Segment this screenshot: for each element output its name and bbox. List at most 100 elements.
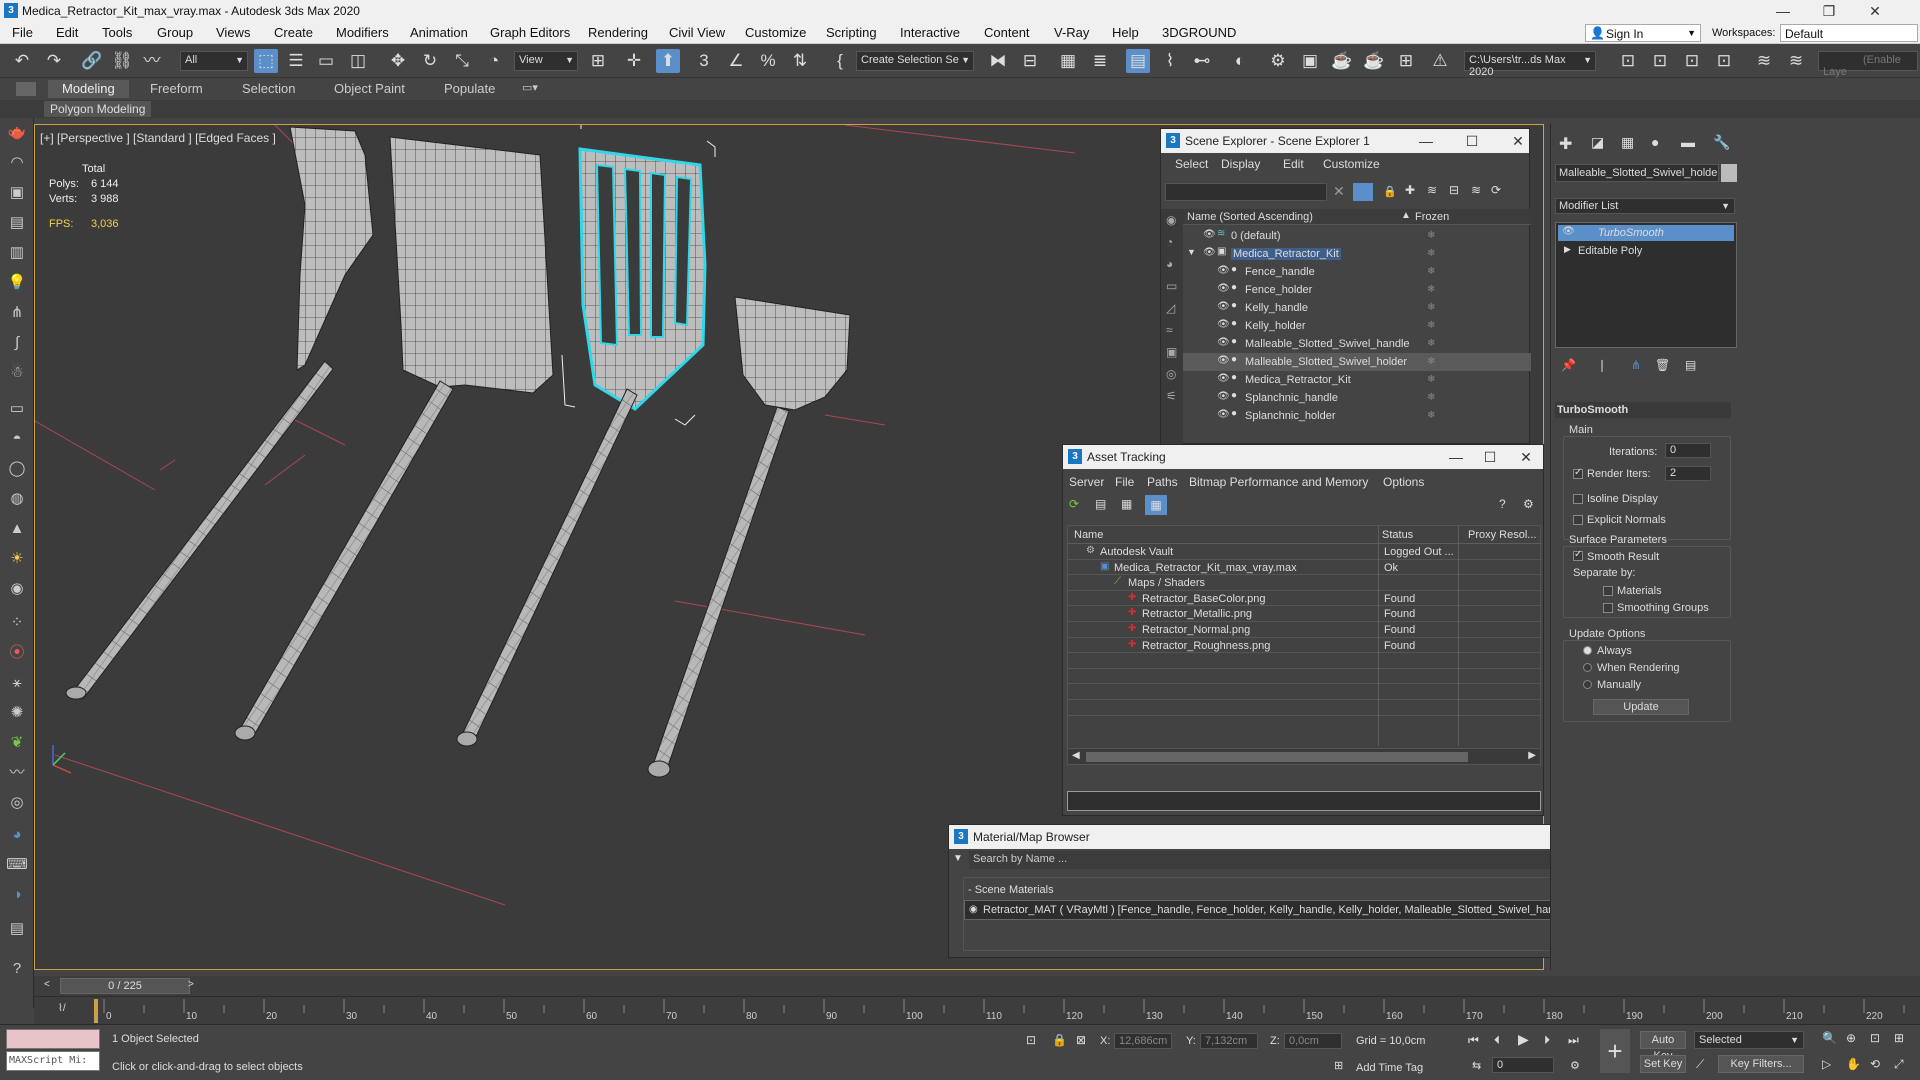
tab-selection[interactable]: Selection: [242, 81, 295, 96]
col-name[interactable]: Name: [1074, 529, 1103, 541]
spinner-snap-icon[interactable]: ⇅: [788, 49, 812, 73]
select-by-name-icon[interactable]: ☰: [284, 49, 308, 73]
time-config-icon[interactable]: ⚙: [1570, 1059, 1580, 1072]
toggle-ribbon-icon[interactable]: ≣: [1088, 49, 1112, 73]
selection-filter-dropdown[interactable]: All ▼: [180, 51, 248, 71]
at-menu-server[interactable]: Server: [1069, 475, 1104, 489]
at-menu-file[interactable]: File: [1115, 475, 1134, 489]
align-icon[interactable]: ⊟: [1018, 49, 1042, 73]
maximize-button[interactable]: ☐: [1479, 447, 1501, 467]
menu-interactive[interactable]: Interactive: [900, 25, 960, 40]
layer-toolbar-icon-3[interactable]: ⊡: [1680, 49, 1704, 73]
display-lights-icon[interactable]: ◕: [1166, 257, 1173, 271]
move-icon[interactable]: ✥: [386, 49, 410, 73]
vray-frame-buffer-icon[interactable]: ⊞: [1394, 49, 1418, 73]
sun-icon[interactable]: ☀: [6, 548, 28, 570]
circle-icon[interactable]: ◯: [6, 458, 28, 480]
se-search-input[interactable]: [1165, 183, 1327, 201]
show-end-result-icon[interactable]: ❘: [1597, 358, 1607, 372]
time-slider[interactable]: < 0 / 225 >: [34, 976, 1920, 996]
lock-icon[interactable]: 🔒: [1383, 185, 1397, 198]
visibility-eye-icon[interactable]: 👁: [1217, 283, 1230, 294]
hierarchy-icon[interactable]: ⊟: [1449, 183, 1459, 197]
ribbon-options-icon[interactable]: ▭▾: [522, 81, 538, 94]
motion-tab-icon[interactable]: ●: [1651, 134, 1659, 150]
make-unique-icon[interactable]: ⋔: [1631, 358, 1641, 372]
light-icon[interactable]: 💡: [6, 272, 28, 294]
menu-graph-editors[interactable]: Graph Editors: [490, 25, 570, 40]
vray-icon[interactable]: ◑: [6, 884, 28, 906]
menu-civil-view[interactable]: Civil View: [669, 25, 725, 40]
layer-explorer-icon[interactable]: ▦: [1056, 49, 1080, 73]
freeze-icon[interactable]: ❄: [1427, 248, 1435, 259]
remove-modifier-icon[interactable]: 🗑: [1655, 358, 1670, 372]
asset-row[interactable]: ▣ Medica_Retractor_Kit_max_vray.max Ok: [1068, 560, 1542, 576]
scene-tree-row[interactable]: 👁 ● Malleable_Slotted_Swivel_holder ❄: [1183, 353, 1531, 371]
display-cameras-icon[interactable]: ▭: [1166, 279, 1177, 293]
snaps-toggle-icon[interactable]: 3: [692, 49, 716, 73]
se-menu-select[interactable]: Select: [1175, 157, 1208, 171]
track-bar[interactable]: ⌇/ 0 10 20 30 40 50 60 70 80 90 100 110 120 130 140 150…: [34, 996, 1920, 1024]
render-production-icon[interactable]: ☕: [1330, 49, 1354, 73]
layers-icon[interactable]: ≋: [1752, 49, 1776, 73]
layers-icon[interactable]: ≋: [1427, 183, 1437, 197]
polygon-modeling-label[interactable]: Polygon Modeling: [44, 101, 152, 117]
grid-icon[interactable]: ▤: [6, 212, 28, 234]
menu-3dground[interactable]: 3DGROUND: [1162, 25, 1236, 40]
menu-customize[interactable]: Customize: [745, 25, 806, 40]
render-setup-icon[interactable]: ⚙: [1266, 49, 1290, 73]
stack-item-editable-poly[interactable]: ▶ Editable Poly: [1558, 243, 1734, 259]
key-set-dropdown[interactable]: Selected ▼: [1694, 1031, 1804, 1049]
scene-tree-row[interactable]: 👁 ● Medica_Retractor_Kit ❄: [1183, 371, 1531, 389]
at-menu-paths[interactable]: Paths: [1147, 475, 1178, 489]
scene-tree-row[interactable]: ▼ 👁 ▣ Medica_Retractor_Kit ❄: [1183, 245, 1531, 263]
scroll-left-icon[interactable]: ◀: [1072, 750, 1080, 761]
go-to-start-icon[interactable]: ⏮: [1468, 1033, 1479, 1048]
undo-icon[interactable]: ↶: [10, 49, 34, 73]
key-mode-icon[interactable]: ⇆: [1472, 1059, 1481, 1072]
stack-item-turbosmooth[interactable]: 👁 TurboSmooth: [1558, 225, 1734, 241]
plant-icon[interactable]: ❦: [6, 732, 28, 754]
teapot-icon[interactable]: 🫖: [6, 122, 28, 144]
tab-populate[interactable]: Populate: [444, 81, 495, 96]
key-filters-button[interactable]: Key Filters...: [1718, 1055, 1804, 1073]
freeze-icon[interactable]: ❄: [1427, 284, 1435, 295]
dynamics-icon[interactable]: ⦿: [6, 642, 28, 664]
table-view-icon[interactable]: ▦: [1145, 495, 1167, 515]
se-menu-customize[interactable]: Customize: [1323, 157, 1380, 171]
scene-explorer-icon[interactable]: ▤: [1126, 49, 1150, 73]
asset-path-field[interactable]: [1067, 791, 1541, 811]
visibility-eye-icon[interactable]: 👁: [1217, 301, 1230, 312]
options-chevron-icon[interactable]: ▼: [953, 853, 963, 864]
set-key-big-icon[interactable]: +: [1600, 1029, 1630, 1073]
add-layer-icon[interactable]: ✚: [1405, 183, 1415, 197]
menu-help[interactable]: Help: [1112, 25, 1139, 40]
mirror-icon[interactable]: ⧓: [986, 49, 1010, 73]
maxscript-listener-output[interactable]: [6, 1029, 100, 1049]
menu-content[interactable]: Content: [984, 25, 1030, 40]
asset-row[interactable]: ⟋ Maps / Shaders: [1068, 575, 1542, 591]
schematic-view-icon[interactable]: ⊷: [1190, 49, 1214, 73]
key-tangent-icon[interactable]: ⟋: [1696, 1057, 1704, 1072]
visibility-eye-icon[interactable]: 👁: [1217, 265, 1230, 276]
z-coordinate-field[interactable]: 0,0cm: [1284, 1033, 1342, 1049]
layer-toolbar-icon-2[interactable]: ⊡: [1648, 49, 1672, 73]
display-tab-icon[interactable]: ▬: [1681, 134, 1695, 150]
render-iters-spinner[interactable]: 2: [1665, 466, 1711, 481]
shape-icon[interactable]: ◠: [6, 152, 28, 174]
scene-materials-header[interactable]: - Scene Materials: [968, 884, 1054, 896]
freeze-icon[interactable]: ❄: [1427, 374, 1435, 385]
orbit-icon[interactable]: ⟲: [1870, 1057, 1880, 1071]
box-icon[interactable]: ▣: [6, 182, 28, 204]
window-crossing-icon[interactable]: ◫: [346, 49, 370, 73]
asset-row[interactable]: ✚ Retractor_Metallic.png Found: [1068, 606, 1542, 622]
menu-tools[interactable]: Tools: [102, 25, 132, 40]
angle-snap-icon[interactable]: ∠: [724, 49, 748, 73]
time-tag-icon[interactable]: ⊞: [1334, 1059, 1343, 1072]
settings-icon[interactable]: ⚙: [1523, 497, 1534, 511]
add-time-tag[interactable]: Add Time Tag: [1356, 1062, 1423, 1074]
curve-editor-icon[interactable]: ⌇: [1158, 49, 1182, 73]
col-status[interactable]: Status: [1382, 529, 1413, 541]
at-menu-bitmap[interactable]: Bitmap Performance and Memory: [1189, 475, 1368, 489]
scene-explorer-titlebar[interactable]: 3 Scene Explorer - Scene Explorer 1 — ☐ …: [1161, 129, 1529, 153]
